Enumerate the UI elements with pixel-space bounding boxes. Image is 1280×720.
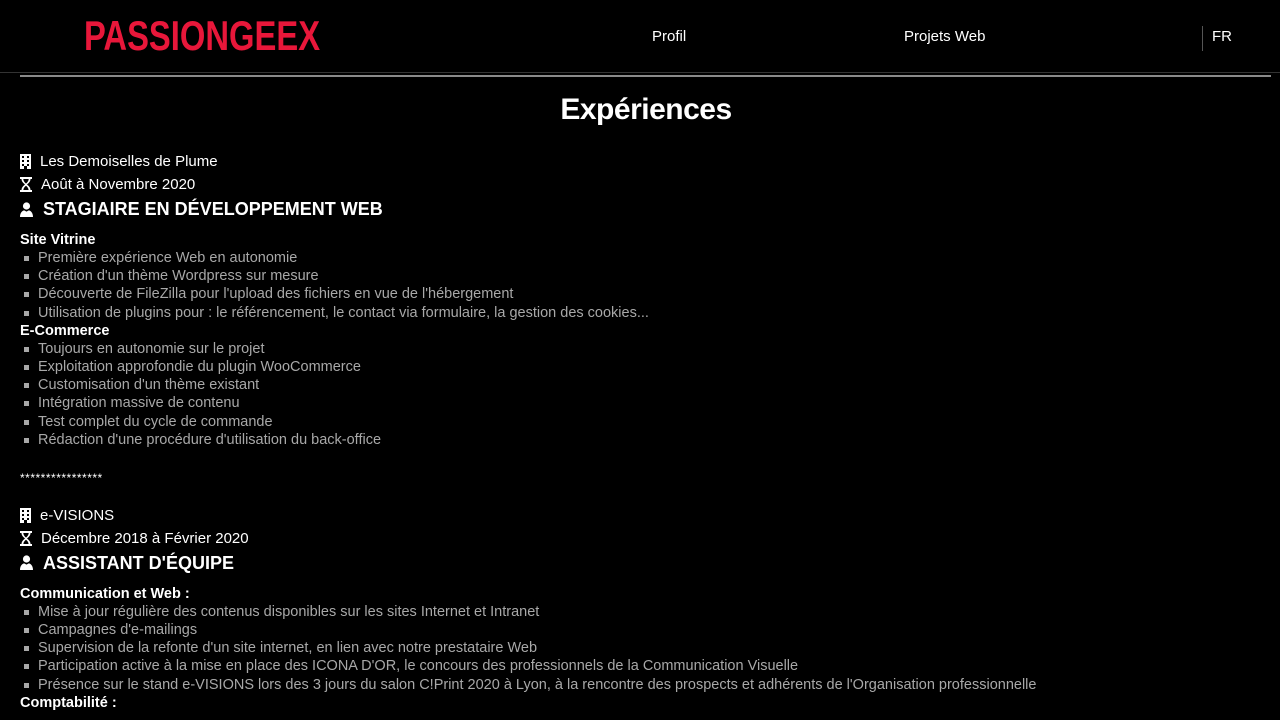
date-line: Décembre 2018 à Février 2020 — [20, 527, 1260, 550]
role-line: ASSISTANT D'ÉQUIPE — [20, 550, 1260, 576]
role-title: STAGIAIRE EN DÉVELOPPEMENT WEB — [43, 199, 383, 219]
hourglass-icon — [20, 177, 33, 192]
section-heading: Site Vitrine — [20, 232, 96, 248]
language-switcher[interactable]: FR — [1212, 28, 1232, 45]
list-item: Toujours en autonomie sur le projet — [20, 340, 1260, 358]
date-range: Décembre 2018 à Février 2020 — [41, 529, 249, 547]
experience-separator: **************** — [20, 470, 103, 485]
list-item: Customisation d'un thème existant — [20, 376, 1260, 394]
list-item: Participation active à la mise en place … — [20, 657, 1260, 675]
list-item: Première expérience Web en autonomie — [20, 249, 1260, 267]
section-heading: Communication et Web : — [20, 585, 190, 602]
list-item: Intégration massive de contenu — [20, 394, 1260, 412]
user-icon — [20, 555, 33, 571]
list-item: Campagnes d'e-mailings — [20, 621, 1260, 639]
nav-link-profil[interactable]: Profil — [652, 28, 686, 45]
section-heading: E-Commerce — [20, 322, 110, 339]
role-line: STAGIAIRE EN DÉVELOPPEMENT WEB — [20, 196, 1260, 222]
experience-item: e-VISIONS Décembre 2018 à Février 2020 A… — [20, 504, 1260, 712]
list-item: Utilisation de plugins pour : le référen… — [20, 304, 1260, 322]
section-list: Toujours en autonomie sur le projet Expl… — [20, 340, 1260, 449]
site-header: PASSIONGEEX Profil Projets Web FR — [0, 0, 1280, 73]
company-line: e-VISIONS — [20, 504, 1260, 527]
nav-link-projets-web[interactable]: Projets Web — [904, 28, 985, 45]
user-icon — [20, 201, 33, 217]
header-divider — [20, 75, 1271, 77]
date-range: Août à Novembre 2020 — [41, 176, 196, 193]
company-name: e-VISIONS — [40, 506, 115, 524]
section-list: Première expérience Web en autonomie Cré… — [20, 249, 1260, 322]
building-icon — [20, 154, 31, 169]
list-item: Création d'un thème Wordpress sur mesure — [20, 267, 1260, 285]
role-title: ASSISTANT D'ÉQUIPE — [43, 552, 234, 573]
language-divider — [1202, 26, 1203, 51]
section-list: Mise à jour régulière des contenus dispo… — [20, 603, 1260, 694]
date-line: Août à Novembre 2020 — [20, 173, 1260, 196]
section-heading: Comptabilité : — [20, 694, 117, 711]
company-name: Les Demoiselles de Plume — [40, 153, 218, 170]
list-item: Rédaction d'une procédure d'utilisation … — [20, 431, 1260, 449]
list-item: Mise à jour régulière des contenus dispo… — [20, 603, 1260, 621]
experiences-list: Les Demoiselles de Plume Août à Novembre… — [20, 150, 1260, 712]
building-icon — [20, 507, 31, 523]
list-item: Supervision de la refonte d'un site inte… — [20, 639, 1260, 657]
page-title: Expériences — [560, 93, 732, 126]
hourglass-icon — [20, 530, 33, 546]
list-item: Exploitation approfondie du plugin WooCo… — [20, 358, 1260, 376]
experience-item: Les Demoiselles de Plume Août à Novembre… — [20, 150, 1260, 449]
site-logo[interactable]: PASSIONGEEX — [84, 13, 320, 59]
company-line: Les Demoiselles de Plume — [20, 150, 1260, 173]
list-item: Test complet du cycle de commande — [20, 413, 1260, 431]
list-item: Découverte de FileZilla pour l'upload de… — [20, 285, 1260, 303]
list-item: Présence sur le stand e-VISIONS lors des… — [20, 676, 1260, 694]
